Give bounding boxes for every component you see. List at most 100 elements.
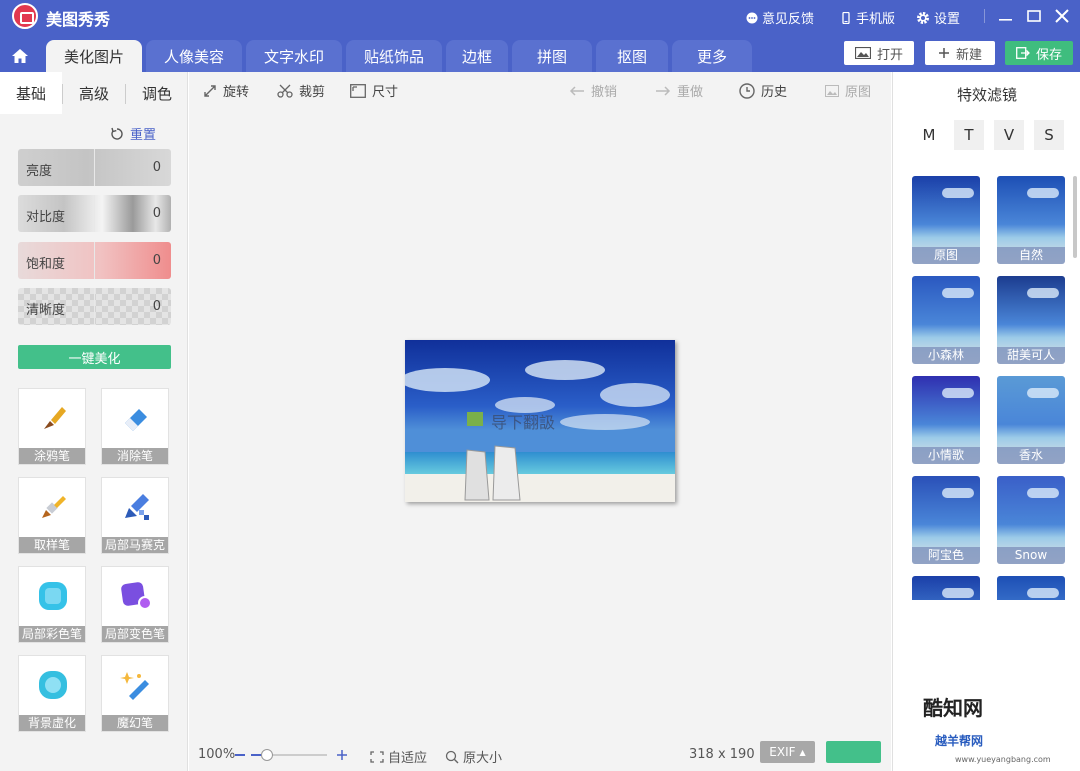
edited-photo[interactable]: 导下翻訯 — [405, 340, 675, 502]
exif-label: EXIF — [769, 745, 796, 759]
original-button[interactable]: 原图 — [825, 81, 871, 100]
clock-icon — [739, 82, 755, 99]
paintbrush-icon — [42, 496, 66, 518]
one-click-beautify-button[interactable]: 一键美化 — [18, 345, 171, 369]
redo-button[interactable]: 重做 — [655, 81, 703, 100]
sharpness-slider[interactable]: 清晰度 0 — [18, 288, 171, 325]
tab-text-watermark[interactable]: 文字水印 — [246, 40, 342, 72]
history-label: 历史 — [761, 85, 788, 100]
doodle-pen-tool[interactable]: 涂鸦笔 — [18, 388, 86, 465]
brush-icon — [44, 407, 66, 429]
sampling-pen-tool[interactable]: 取样笔 — [18, 477, 86, 554]
fit-button[interactable]: 自适应 — [370, 747, 427, 766]
filter-thumbnail[interactable]: 原图 — [912, 176, 980, 264]
undo-button[interactable]: 撤销 — [569, 81, 617, 100]
filter-thumbnail[interactable]: Snow — [997, 476, 1065, 564]
redo-label: 重做 — [677, 85, 704, 100]
color-blob-icon — [39, 582, 67, 610]
open-label: 打开 — [876, 47, 903, 63]
titlebar-divider — [984, 9, 985, 23]
mosaic-pen-icon — [125, 494, 149, 520]
minimize-button[interactable] — [994, 4, 1018, 28]
filter-tab-v[interactable]: V — [994, 120, 1024, 150]
eraser-icon — [125, 409, 147, 431]
slider-value: 0 — [152, 253, 161, 268]
brightness-slider[interactable]: 亮度 0 — [18, 149, 171, 186]
tab-collage[interactable]: 拼图 — [512, 40, 592, 72]
filter-thumbnail[interactable]: 小情歌 — [912, 376, 980, 464]
adjust-panel: 基础 高级 调色 重置 亮度 0 对比度 0 饱和度 0 清晰度 0 一键美化 … — [0, 72, 188, 771]
settings-link[interactable]: 设置 — [916, 8, 960, 27]
slider-divider — [94, 149, 95, 186]
filter-label: 自然 — [997, 247, 1065, 264]
filter-label: 小情歌 — [912, 447, 980, 464]
crop-button[interactable]: 裁剪 — [277, 81, 325, 100]
undo-arrow-icon — [569, 85, 584, 96]
close-button[interactable] — [1050, 4, 1074, 28]
filter-thumbnail[interactable]: 小森林 — [912, 276, 980, 364]
background-blur-tool[interactable]: 背景虚化 — [18, 655, 86, 732]
tab-borders[interactable]: 边框 — [446, 40, 508, 72]
tool-label: 消除笔 — [102, 448, 168, 464]
confirm-button[interactable] — [826, 741, 881, 763]
exif-button[interactable]: EXIF ▲ — [760, 741, 815, 763]
site-watermark: 酷知网 — [923, 696, 983, 720]
local-mosaic-tool[interactable]: 局部马赛克 — [101, 477, 169, 554]
filter-label: 香水 — [997, 447, 1065, 464]
mobile-link[interactable]: 手机版 — [840, 8, 895, 27]
local-recolor-pen-tool[interactable]: 局部变色笔 — [101, 566, 169, 643]
history-button[interactable]: 历史 — [739, 81, 787, 100]
zoom-slider-handle[interactable] — [261, 749, 273, 761]
rotate-button[interactable]: 旋转 — [203, 81, 249, 100]
tab-cutout[interactable]: 抠图 — [596, 40, 668, 72]
filter-tab-s[interactable]: S — [1034, 120, 1064, 150]
contrast-slider[interactable]: 对比度 0 — [18, 195, 171, 232]
filter-scrollbar[interactable] — [1073, 176, 1077, 258]
thumbnail-cloud — [942, 388, 974, 398]
local-color-pen-tool[interactable]: 局部彩色笔 — [18, 566, 86, 643]
filter-thumbnail[interactable]: 阿宝色 — [912, 476, 980, 564]
feedback-link[interactable]: 意见反馈 — [746, 8, 814, 27]
filter-thumbnail[interactable]: 甜美可人 — [997, 276, 1065, 364]
filter-thumbnail[interactable]: 自然 — [997, 176, 1065, 264]
undo-label: 撤销 — [591, 85, 618, 100]
tab-more[interactable]: 更多 — [672, 40, 752, 72]
eraser-pen-tool[interactable]: 消除笔 — [101, 388, 169, 465]
zoom-in-icon[interactable] — [336, 749, 348, 761]
slider-divider — [94, 195, 95, 232]
slider-label: 饱和度 — [26, 257, 66, 272]
reset-button[interactable]: 重置 — [110, 124, 156, 143]
image-dimensions: 318 x 190 — [689, 747, 755, 762]
subtab-basic[interactable]: 基础 — [0, 72, 62, 114]
save-button[interactable]: 保存 — [1005, 41, 1073, 65]
slider-value: 0 — [152, 206, 161, 221]
magic-pen-tool[interactable]: 魔幻笔 — [101, 655, 169, 732]
recolor-icon — [121, 582, 152, 610]
gear-icon — [917, 11, 929, 24]
filter-tab-t[interactable]: T — [954, 120, 984, 150]
tab-stickers[interactable]: 贴纸饰品 — [346, 40, 442, 72]
subtab-advanced[interactable]: 高级 — [63, 72, 125, 114]
tab-beautify[interactable]: 美化图片 — [46, 40, 142, 72]
zoom-out-icon[interactable] — [235, 754, 245, 756]
filter-tab-m[interactable]: M — [914, 120, 944, 150]
maximize-button[interactable] — [1022, 4, 1046, 28]
filter-thumbnail[interactable]: 香水 — [997, 376, 1065, 464]
filter-thumbnail[interactable] — [912, 576, 980, 600]
actual-size-button[interactable]: 原大小 — [445, 747, 502, 766]
size-button[interactable]: 尺寸 — [350, 81, 398, 100]
open-button[interactable]: 打开 — [844, 41, 914, 65]
zoom-slider[interactable] — [251, 749, 327, 761]
saturation-slider[interactable]: 饱和度 0 — [18, 242, 171, 279]
tool-label: 背景虚化 — [19, 715, 85, 731]
subtab-color[interactable]: 调色 — [126, 72, 188, 114]
new-button[interactable]: 新建 — [925, 41, 995, 65]
filter-thumbnail[interactable] — [997, 576, 1065, 600]
home-button[interactable] — [0, 40, 40, 72]
tab-portrait[interactable]: 人像美容 — [146, 40, 242, 72]
magnifier-icon — [445, 750, 459, 763]
canvas-area: 旋转 裁剪 尺寸 撤销 重做 历史 原图 导下翻訯 100% 自适应 原大小 3… — [189, 72, 891, 771]
thumbnail-cloud — [1027, 588, 1059, 598]
slider-label: 清晰度 — [26, 303, 66, 318]
app-title: 美图秀秀 — [46, 10, 111, 29]
